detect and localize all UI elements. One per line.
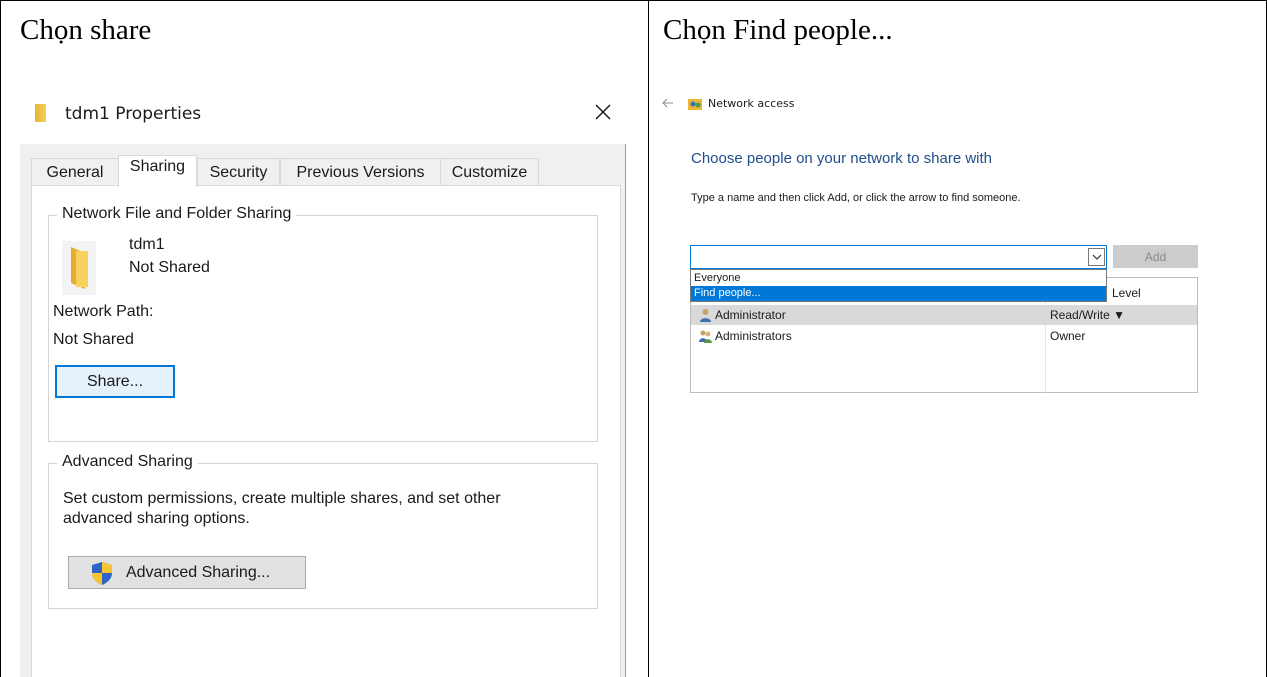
dialog-title: tdm1 Properties [65, 104, 202, 124]
combo-dropdown-button[interactable] [1088, 248, 1105, 266]
tab-general[interactable]: General [31, 158, 119, 186]
network-access-icon [688, 99, 702, 110]
people-dropdown-list: Everyone Find people... [690, 269, 1107, 302]
network-access-instruction: Type a name and then click Add, or click… [691, 192, 1021, 204]
dropdown-option-find-people[interactable]: Find people... [691, 286, 1106, 301]
folder-name: tdm1 [129, 236, 165, 253]
permission-dropdown[interactable]: Read/Write ▼ [1050, 308, 1125, 322]
advanced-sharing-button-label: Advanced Sharing... [125, 564, 271, 581]
group-users-icon [699, 330, 712, 343]
uac-shield-icon [92, 562, 112, 585]
advanced-sharing-description-1: Set custom permissions, create multiple … [63, 490, 501, 507]
list-row-administrator[interactable]: Administrator Read/Write ▼ [691, 305, 1197, 325]
close-icon[interactable] [591, 100, 615, 124]
list-row-administrators[interactable]: Administrators Owner [691, 326, 1197, 346]
row-name: Administrator [715, 308, 786, 322]
network-path-label: Network Path: [53, 303, 154, 320]
back-arrow-icon[interactable] [661, 96, 675, 110]
user-icon [700, 309, 711, 322]
column-header-level[interactable]: Level [1112, 286, 1141, 300]
permission-value: Owner [1050, 329, 1086, 343]
network-sharing-group: Network File and Folder Sharing tdm1 Not… [48, 205, 598, 442]
network-access-title: Network access [708, 97, 795, 110]
folder-icon [35, 104, 46, 122]
dropdown-option-everyone[interactable]: Everyone [691, 271, 1106, 286]
network-path-value: Not Shared [53, 331, 134, 348]
properties-dialog: tdm1 Properties General Sharing Security… [20, 86, 626, 677]
tab-security[interactable]: Security [197, 158, 280, 186]
share-button[interactable]: Share... [55, 365, 175, 398]
left-caption: Chọn share [20, 14, 152, 46]
table-cell-divider [648, 0, 649, 677]
folder-large-icon [62, 241, 96, 295]
advanced-sharing-description-2: advanced sharing options. [63, 510, 250, 527]
dialog-titlebar: tdm1 Properties [20, 86, 626, 144]
network-sharing-legend: Network File and Folder Sharing [57, 205, 297, 223]
tab-previous-versions[interactable]: Previous Versions [280, 158, 441, 186]
network-access-heading: Choose people on your network to share w… [691, 150, 993, 167]
people-combo-input[interactable] [690, 245, 1107, 269]
tab-sharing[interactable]: Sharing [118, 155, 197, 187]
row-name: Administrators [715, 329, 792, 343]
add-button[interactable]: Add [1113, 245, 1198, 268]
advanced-sharing-legend: Advanced Sharing [57, 453, 198, 471]
advanced-sharing-button[interactable]: Advanced Sharing... [68, 556, 306, 589]
tab-customize[interactable]: Customize [440, 158, 539, 186]
chevron-down-icon [1092, 254, 1102, 260]
advanced-sharing-group: Advanced Sharing Set custom permissions,… [48, 453, 598, 609]
right-caption: Chọn Find people... [663, 14, 893, 46]
sharing-tab-page: Network File and Folder Sharing tdm1 Not… [31, 185, 621, 677]
share-status: Not Shared [129, 259, 210, 276]
